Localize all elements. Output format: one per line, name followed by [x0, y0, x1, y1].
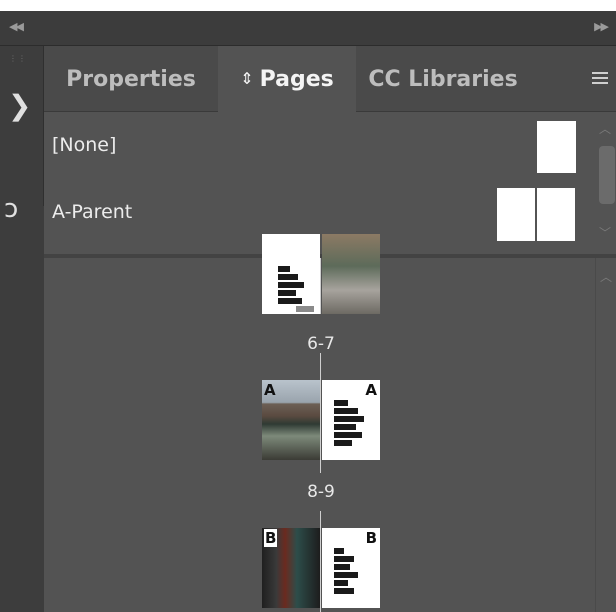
panel-grip-icon[interactable]: ⋮⋮: [9, 54, 26, 64]
page-thumbnail[interactable]: A: [262, 380, 320, 460]
text-block: [278, 274, 298, 280]
pages-scrollbar[interactable]: ︿: [595, 258, 616, 612]
text-block: [334, 432, 362, 438]
left-tool-dock: ⋮⋮ ❯ ɔ: [0, 46, 44, 612]
text-block: [334, 572, 358, 578]
collapsed-panel-icon-2[interactable]: ɔ: [4, 196, 18, 222]
spread-label: 8-9: [307, 482, 335, 502]
text-block: [296, 306, 314, 312]
spread-6-7[interactable]: [262, 234, 380, 314]
double-chevron-right-icon[interactable]: ▶▶: [594, 20, 609, 33]
text-block: [278, 282, 304, 288]
text-block: [334, 564, 350, 570]
double-chevron-left-icon[interactable]: ◀◀: [9, 20, 24, 33]
text-block: [334, 440, 352, 446]
chevron-up-icon[interactable]: ︿: [599, 120, 611, 137]
text-block: [334, 416, 364, 422]
parent-none-thumbnail[interactable]: [537, 121, 576, 173]
parent-a-left-page: [497, 188, 535, 241]
page-thumbnail[interactable]: [322, 234, 380, 314]
text-block: [334, 580, 348, 586]
parent-prefix: A: [264, 381, 276, 399]
page-thumbnail[interactable]: [262, 234, 320, 314]
tab-properties[interactable]: Properties: [44, 46, 218, 112]
collapsed-panel-icon[interactable]: ❯: [8, 92, 31, 120]
page-thumbnail[interactable]: A: [322, 380, 380, 460]
updown-arrows-icon: ⇕: [240, 69, 254, 88]
tab-properties-label: Properties: [66, 67, 196, 92]
page-thumbnail[interactable]: B: [262, 528, 320, 608]
tab-cc-libraries[interactable]: CC Libraries: [356, 46, 530, 112]
tab-pages-label: Pages: [259, 67, 334, 92]
tab-cc-libraries-label: CC Libraries: [368, 67, 518, 92]
document-pages-section: 6-7 A A 8-9 B B: [44, 234, 595, 612]
chevron-up-icon[interactable]: ︿: [600, 268, 612, 285]
text-block: [334, 588, 354, 594]
tab-pages[interactable]: ⇕ Pages: [218, 46, 356, 113]
text-block: [334, 556, 354, 562]
text-block: [278, 298, 302, 304]
parent-a-label[interactable]: A-Parent: [52, 201, 132, 223]
photo-thumbnail: [322, 234, 380, 314]
parent-a-right-page: [537, 188, 575, 241]
panel-collapse-bar[interactable]: ◀◀ ▶▶: [0, 11, 616, 46]
parent-prefix: B: [365, 529, 377, 547]
parent-pages-section: [None] A-Parent: [44, 112, 595, 254]
parent-prefix: A: [365, 381, 377, 399]
hamburger-menu-icon[interactable]: [592, 72, 608, 86]
top-edge: [0, 0, 616, 11]
parent-a-thumbnail[interactable]: [497, 188, 576, 241]
parent-none-label[interactable]: [None]: [52, 134, 116, 156]
chevron-down-icon[interactable]: ﹀: [599, 224, 611, 241]
panel-tabs: Properties ⇕ Pages CC Libraries: [44, 46, 616, 113]
dock-border: [0, 46, 44, 206]
text-block: [278, 290, 296, 296]
spread-10-11[interactable]: B B: [262, 528, 380, 608]
parents-scrollbar[interactable]: ︿ ﹀: [595, 112, 616, 254]
text-block: [334, 548, 344, 554]
parent-prefix: B: [264, 529, 278, 547]
page-thumbnail[interactable]: B: [322, 528, 380, 608]
text-block: [334, 408, 358, 414]
text-block: [334, 424, 356, 430]
spread-8-9[interactable]: A A: [262, 380, 380, 460]
scrollbar-thumb[interactable]: [599, 146, 615, 204]
text-block: [278, 266, 290, 272]
text-block: [334, 400, 348, 406]
spread-label: 6-7: [307, 334, 335, 354]
